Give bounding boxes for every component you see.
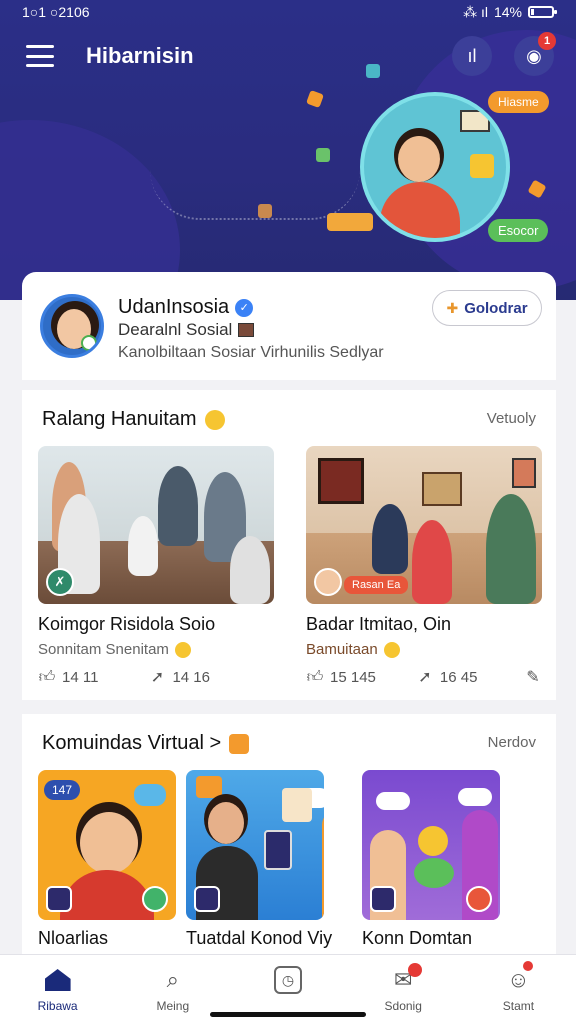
section-title: Ralang Hanuitam bbox=[42, 408, 197, 430]
community-icon bbox=[194, 886, 220, 912]
section-komunitas: Komuindas Virtual > Nerdov 147 Nloarlias bbox=[22, 714, 556, 954]
profile-subtitle: Dearalnl Sosial bbox=[118, 320, 233, 339]
post-subtitle: Bamuitaan bbox=[306, 641, 378, 658]
verified-icon: ✓ bbox=[235, 298, 254, 317]
post-card[interactable]: ✗ Koimgor Risidola Soio Sonnitam Snenita… bbox=[38, 446, 274, 686]
post-subtitle: Sonnitam Snenitam bbox=[38, 641, 169, 658]
app-bar: Hibarnisin ıl ◉ 1 bbox=[0, 32, 576, 78]
battery-fill bbox=[531, 9, 534, 15]
notification-badge bbox=[408, 963, 423, 977]
community-card[interactable]: Tuatdal Konod Viy bbox=[186, 770, 333, 949]
section-link[interactable]: Vetuoly bbox=[487, 410, 536, 427]
hero-chip bbox=[327, 213, 373, 231]
post-card[interactable]: Rasan Ea Badar Itmitao, Oin Bamuitaan 👍︎… bbox=[306, 446, 542, 686]
chat-bubble-icon: ◉ bbox=[526, 45, 542, 66]
nav-item-profile[interactable]: ☺ Stamt bbox=[461, 955, 576, 1024]
emoji-icon bbox=[204, 409, 225, 430]
hero-shape bbox=[366, 64, 380, 78]
community-tile[interactable] bbox=[186, 770, 324, 920]
like-icon: 👍︎ bbox=[38, 668, 56, 686]
community-icon bbox=[46, 886, 72, 912]
like-count: 15 145 bbox=[330, 668, 376, 686]
post-photo[interactable]: ✗ bbox=[38, 446, 274, 604]
share-icon: ➚ bbox=[418, 669, 432, 686]
clock-icon: ◷ bbox=[273, 965, 303, 995]
menu-icon[interactable] bbox=[26, 45, 54, 67]
hero-shape bbox=[258, 204, 272, 218]
like-count: 14 11 bbox=[62, 668, 99, 686]
post-badge-icon bbox=[314, 568, 342, 596]
follow-label: Golodrar bbox=[464, 299, 528, 317]
profile-name: UdanInsosia bbox=[118, 296, 230, 318]
section-title: Komuindas Virtual > bbox=[42, 732, 222, 754]
share-count: 16 45 bbox=[439, 668, 478, 686]
avatar[interactable] bbox=[40, 294, 104, 358]
battery-icon bbox=[528, 6, 557, 18]
hero-illustration bbox=[360, 92, 510, 242]
hero-chip: Hiasme bbox=[488, 91, 549, 113]
app-title: Hibarnisin bbox=[86, 43, 194, 68]
status-bar: 1○1 ○2106 ⁂ ıl 14% bbox=[0, 0, 576, 24]
post-title: Koimgor Risidola Soio bbox=[38, 614, 216, 634]
post-title: Badar Itmitao, Oin bbox=[306, 614, 452, 634]
emoji-icon bbox=[383, 641, 400, 658]
like-stat[interactable]: 👍︎ 14 11 bbox=[38, 668, 99, 686]
flag-icon bbox=[238, 323, 255, 337]
home-icon bbox=[43, 965, 73, 995]
community-title: Nloarlias bbox=[38, 928, 109, 948]
emoji-icon bbox=[174, 641, 191, 658]
community-card[interactable]: 147 Nloarlias bbox=[38, 770, 176, 949]
post-chip: Rasan Ea bbox=[344, 576, 409, 594]
nav-label: Stamt bbox=[502, 999, 535, 1013]
notification-badge bbox=[523, 961, 534, 971]
community-card[interactable]: Konn Domtan bbox=[362, 770, 500, 949]
community-icon bbox=[370, 886, 396, 912]
notification-badge: 1 bbox=[538, 32, 556, 50]
audio-icon[interactable]: ıl bbox=[452, 36, 492, 76]
share-icon: ➚ bbox=[150, 669, 165, 686]
hero-chip: Esocor bbox=[488, 219, 549, 242]
nav-label: Ribawa bbox=[37, 999, 78, 1013]
post-photo[interactable]: Rasan Ea bbox=[306, 446, 542, 604]
nav-label: Meing bbox=[156, 999, 190, 1013]
community-badge bbox=[142, 886, 168, 912]
section-rang: Ralang Hanuitam Vetuoly ✗ Koimgor Risido… bbox=[22, 390, 556, 700]
notifications-button[interactable]: ◉ 1 bbox=[514, 32, 556, 76]
chat-bubble: 147 bbox=[44, 780, 81, 800]
community-tile[interactable] bbox=[362, 770, 500, 920]
follow-button[interactable]: ✚ Golodrar bbox=[432, 290, 542, 326]
share-stat[interactable]: ➚ 14 16 bbox=[148, 668, 210, 687]
nav-item-home[interactable]: Ribawa bbox=[0, 955, 115, 1024]
more-stat[interactable]: ✎ bbox=[524, 668, 542, 686]
online-badge bbox=[81, 335, 97, 351]
community-title: Tuatdal Konod Viy bbox=[186, 928, 333, 948]
nav-label: Sdonig bbox=[384, 999, 422, 1013]
search-icon: ⌕ bbox=[166, 967, 179, 992]
comment-icon: ✎ bbox=[526, 669, 540, 686]
profile-icon: ☺ bbox=[503, 961, 534, 995]
community-title: Konn Domtan bbox=[362, 928, 473, 948]
hero-shape bbox=[316, 148, 330, 162]
like-stat[interactable]: 👍︎ 15 145 bbox=[306, 668, 376, 686]
like-icon: 👍︎ bbox=[306, 668, 324, 686]
community-tile[interactable]: 147 bbox=[38, 770, 176, 920]
status-time: 1○1 ○2106 bbox=[22, 4, 90, 20]
follow-icon: ✚ bbox=[446, 299, 459, 316]
profile-description: Kanolbiltaan Sosiar Virhunilis Sedlyar bbox=[118, 344, 384, 361]
signal-icon: ⁂ ıl bbox=[463, 3, 488, 20]
post-badge-icon: ✗ bbox=[46, 568, 74, 596]
home-indicator bbox=[210, 1012, 366, 1017]
hero-shape bbox=[306, 90, 324, 108]
section-link[interactable]: Nerdov bbox=[488, 734, 536, 751]
battery-text: 14% bbox=[493, 4, 522, 20]
community-badge bbox=[466, 886, 492, 912]
share-stat[interactable]: ➚ 16 45 bbox=[416, 668, 478, 687]
emoji-icon bbox=[229, 733, 250, 754]
profile-card[interactable]: UdanInsosia ✓ Dearalnl Sosial Kanolbilta… bbox=[22, 272, 556, 380]
chat-icon: ✉ bbox=[388, 963, 423, 995]
hero-banner: 1○1 ○2106 ⁂ ıl 14% Hibarnisin ıl ◉ 1 Hia… bbox=[0, 0, 576, 300]
share-count: 14 16 bbox=[172, 668, 210, 686]
